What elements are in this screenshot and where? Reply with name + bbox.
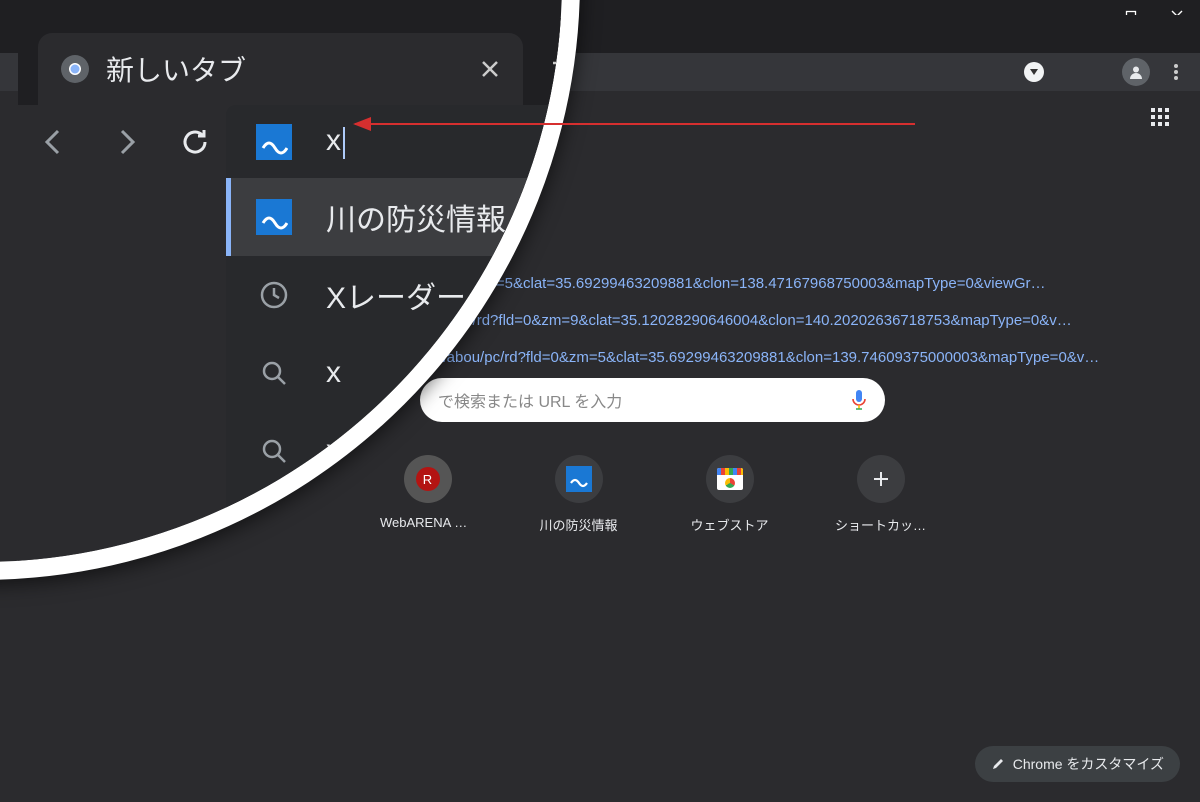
url-suggestion[interactable]: .jp/kawabou/pc/rd?fld=0&zm=5&clat=35.692… <box>400 349 1130 366</box>
shortcut-tile <box>706 455 754 503</box>
shortcut-tile <box>555 455 603 503</box>
shortcut-label: ショートカッ… <box>835 515 926 534</box>
profile-avatar[interactable] <box>1122 58 1150 86</box>
shortcut-add[interactable]: ショートカッ… <box>833 455 928 534</box>
customize-chrome-button[interactable]: Chrome をカスタマイズ <box>975 746 1180 782</box>
shortcut-webarena[interactable]: R WebARENA S… <box>380 455 475 534</box>
titlebar <box>0 0 1200 15</box>
extension-badge-icon[interactable] <box>1024 62 1044 82</box>
shortcut-kawabousai[interactable]: 川の防災情報 <box>531 455 626 534</box>
shortcut-label: ウェブストア <box>690 515 768 534</box>
apps-grid-icon[interactable] <box>1144 101 1176 133</box>
shortcut-webstore[interactable]: ウェブストア <box>682 455 777 534</box>
shortcut-tile: R <box>404 455 452 503</box>
shortcut-label: 川の防災情報 <box>539 515 617 534</box>
toolbar <box>0 53 1200 91</box>
new-tab-page <box>0 91 1200 802</box>
annotation-arrow <box>355 123 915 125</box>
shortcut-label: WebARENA S… <box>380 515 475 530</box>
new-tab-button[interactable] <box>320 23 348 51</box>
shortcut-tile <box>857 455 905 503</box>
tab-strip <box>0 15 1200 53</box>
mic-icon[interactable] <box>851 389 867 411</box>
url-suggestion[interactable]: awabou/pc/rd?fld=0&zm=9&clat=35.12028290… <box>400 312 1130 329</box>
pencil-icon <box>991 757 1005 771</box>
shortcuts-row: R WebARENA S… 川の防災情報 ウェブストア ショートカッ… <box>380 455 928 534</box>
ntp-search-box[interactable]: で検索または URL を入力 <box>420 378 885 422</box>
url-suggestion-list: bou/mb/rd?zm=5&clat=35.69299463209881&cl… <box>400 275 1130 366</box>
kebab-menu-icon[interactable] <box>1162 58 1190 86</box>
search-placeholder: で検索または URL を入力 <box>438 388 622 412</box>
customize-label: Chrome をカスタマイズ <box>1013 754 1164 774</box>
url-suggestion[interactable]: bou/mb/rd?zm=5&clat=35.69299463209881&cl… <box>400 275 1130 292</box>
